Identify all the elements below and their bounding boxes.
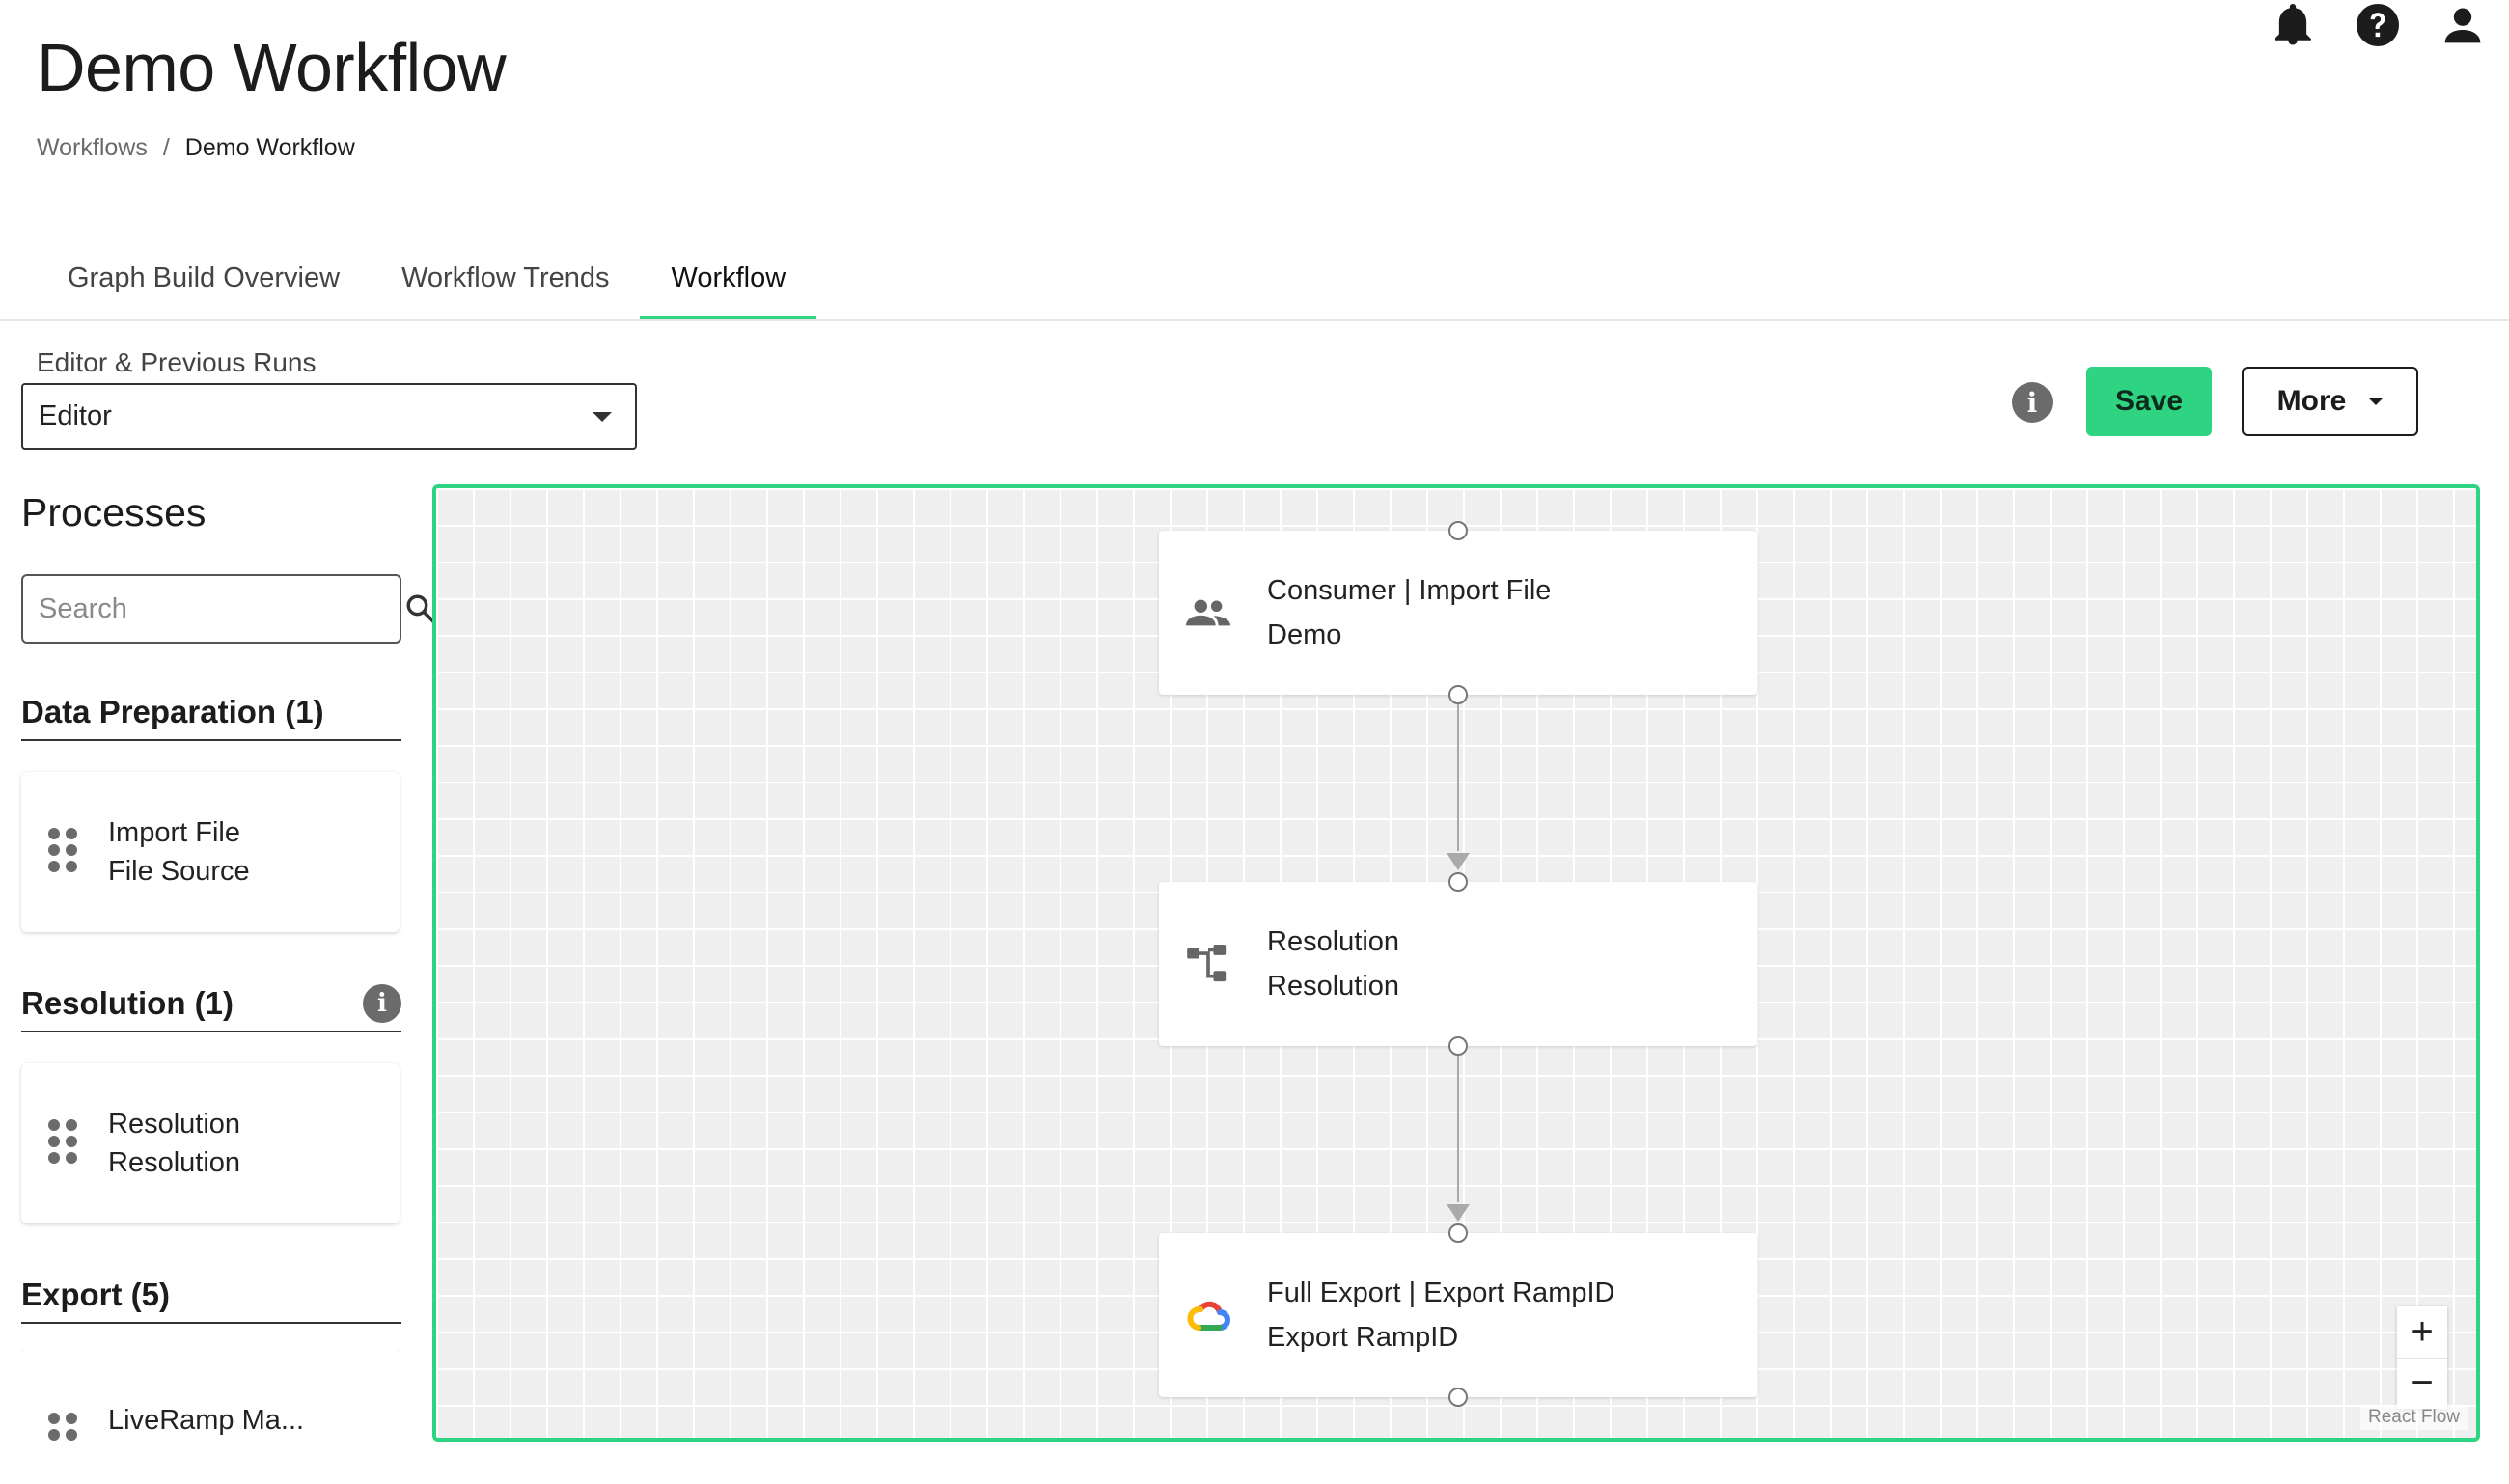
- process-search-input[interactable]: [37, 591, 404, 626]
- workflow-canvas[interactable]: Consumer | Import File Demo Resolution R…: [432, 484, 2480, 1442]
- section-resolution: Resolution (1) i: [21, 976, 401, 1032]
- runs-select-label: Editor & Previous Runs: [37, 347, 317, 377]
- zoom-controls: + −: [2397, 1306, 2447, 1409]
- process-search: [21, 574, 436, 644]
- drag-handle-icon[interactable]: [48, 1413, 77, 1442]
- edge-1: [1457, 697, 1459, 851]
- tab-workflow[interactable]: Workflow: [640, 239, 817, 320]
- info-icon[interactable]: i: [2012, 382, 2053, 423]
- more-button[interactable]: More: [2242, 367, 2418, 436]
- help-icon[interactable]: [2355, 2, 2401, 48]
- breadcrumb-current: Demo Workflow: [184, 134, 355, 161]
- process-type: File Source: [108, 856, 250, 887]
- node-subtitle: Export RampID: [1267, 1322, 1459, 1353]
- process-card-clip: LiveRamp Ma...: [21, 1349, 400, 1442]
- runs-select-value: Editor: [39, 400, 112, 431]
- edge-2: [1457, 1048, 1459, 1202]
- processes-title: Processes: [21, 490, 207, 535]
- node-title: Resolution: [1267, 926, 1400, 957]
- runs-select[interactable]: Editor: [21, 383, 637, 450]
- section-title: Data Preparation (1): [21, 694, 324, 729]
- node-title: Consumer | Import File: [1267, 575, 1552, 606]
- process-card-liveramp[interactable]: LiveRamp Ma...: [21, 1349, 400, 1442]
- node-input-handle[interactable]: [1448, 872, 1468, 892]
- workflow-node-import-file[interactable]: Consumer | Import File Demo: [1159, 531, 1757, 695]
- tabs-divider: [0, 319, 2509, 321]
- save-button[interactable]: Save: [2086, 367, 2212, 436]
- tab-graph-build-overview[interactable]: Graph Build Overview: [37, 239, 371, 320]
- bell-icon[interactable]: [2270, 2, 2316, 48]
- resolution-icon: [1184, 940, 1232, 988]
- page-title: Demo Workflow: [37, 30, 507, 105]
- zoom-out-button[interactable]: −: [2397, 1359, 2447, 1410]
- process-name: Resolution: [108, 1109, 241, 1140]
- process-type: Resolution: [108, 1147, 241, 1178]
- info-icon[interactable]: i: [363, 984, 401, 1023]
- process-card-import-file[interactable]: Import File File Source: [21, 772, 400, 932]
- process-name: Import File: [108, 817, 240, 848]
- breadcrumb-separator: /: [162, 134, 170, 161]
- node-subtitle: Demo: [1267, 619, 1342, 650]
- drag-handle-icon[interactable]: [48, 828, 77, 876]
- section-title: Export (5): [21, 1277, 171, 1312]
- node-output-handle[interactable]: [1448, 1388, 1468, 1407]
- node-title: Full Export | Export RampID: [1267, 1278, 1615, 1308]
- node-subtitle: Resolution: [1267, 971, 1400, 1002]
- edge-arrow-icon: [1447, 853, 1470, 870]
- section-export: Export (5): [21, 1268, 401, 1324]
- edge-arrow-icon: [1447, 1204, 1470, 1222]
- node-output-handle[interactable]: [1448, 1036, 1468, 1056]
- header-icons: [2270, 0, 2486, 50]
- breadcrumb: Workflows / Demo Workflow: [37, 131, 355, 164]
- react-flow-attribution[interactable]: React Flow: [2360, 1405, 2468, 1430]
- zoom-in-button[interactable]: +: [2397, 1306, 2447, 1359]
- google-cloud-icon: [1184, 1291, 1232, 1339]
- drag-handle-icon[interactable]: [48, 1119, 77, 1168]
- node-output-handle[interactable]: [1448, 685, 1468, 704]
- process-card-resolution[interactable]: Resolution Resolution: [21, 1063, 400, 1223]
- tab-workflow-trends[interactable]: Workflow Trends: [371, 239, 640, 320]
- people-icon: [1184, 589, 1232, 637]
- node-input-handle[interactable]: [1448, 521, 1468, 540]
- workflow-node-resolution[interactable]: Resolution Resolution: [1159, 882, 1757, 1046]
- section-data-preparation: Data Preparation (1): [21, 685, 401, 741]
- node-input-handle[interactable]: [1448, 1223, 1468, 1243]
- tab-bar: Graph Build Overview Workflow Trends Wor…: [0, 239, 817, 320]
- process-name: LiveRamp Ma...: [108, 1405, 305, 1436]
- caret-down-icon: [2369, 398, 2384, 405]
- more-button-label: More: [2276, 385, 2347, 417]
- workflow-node-export[interactable]: Full Export | Export RampID Export RampI…: [1159, 1233, 1757, 1397]
- account-icon[interactable]: [2440, 2, 2486, 48]
- section-title: Resolution (1): [21, 985, 234, 1021]
- caret-down-icon: [593, 411, 612, 422]
- breadcrumb-workflows-link[interactable]: Workflows: [37, 131, 148, 164]
